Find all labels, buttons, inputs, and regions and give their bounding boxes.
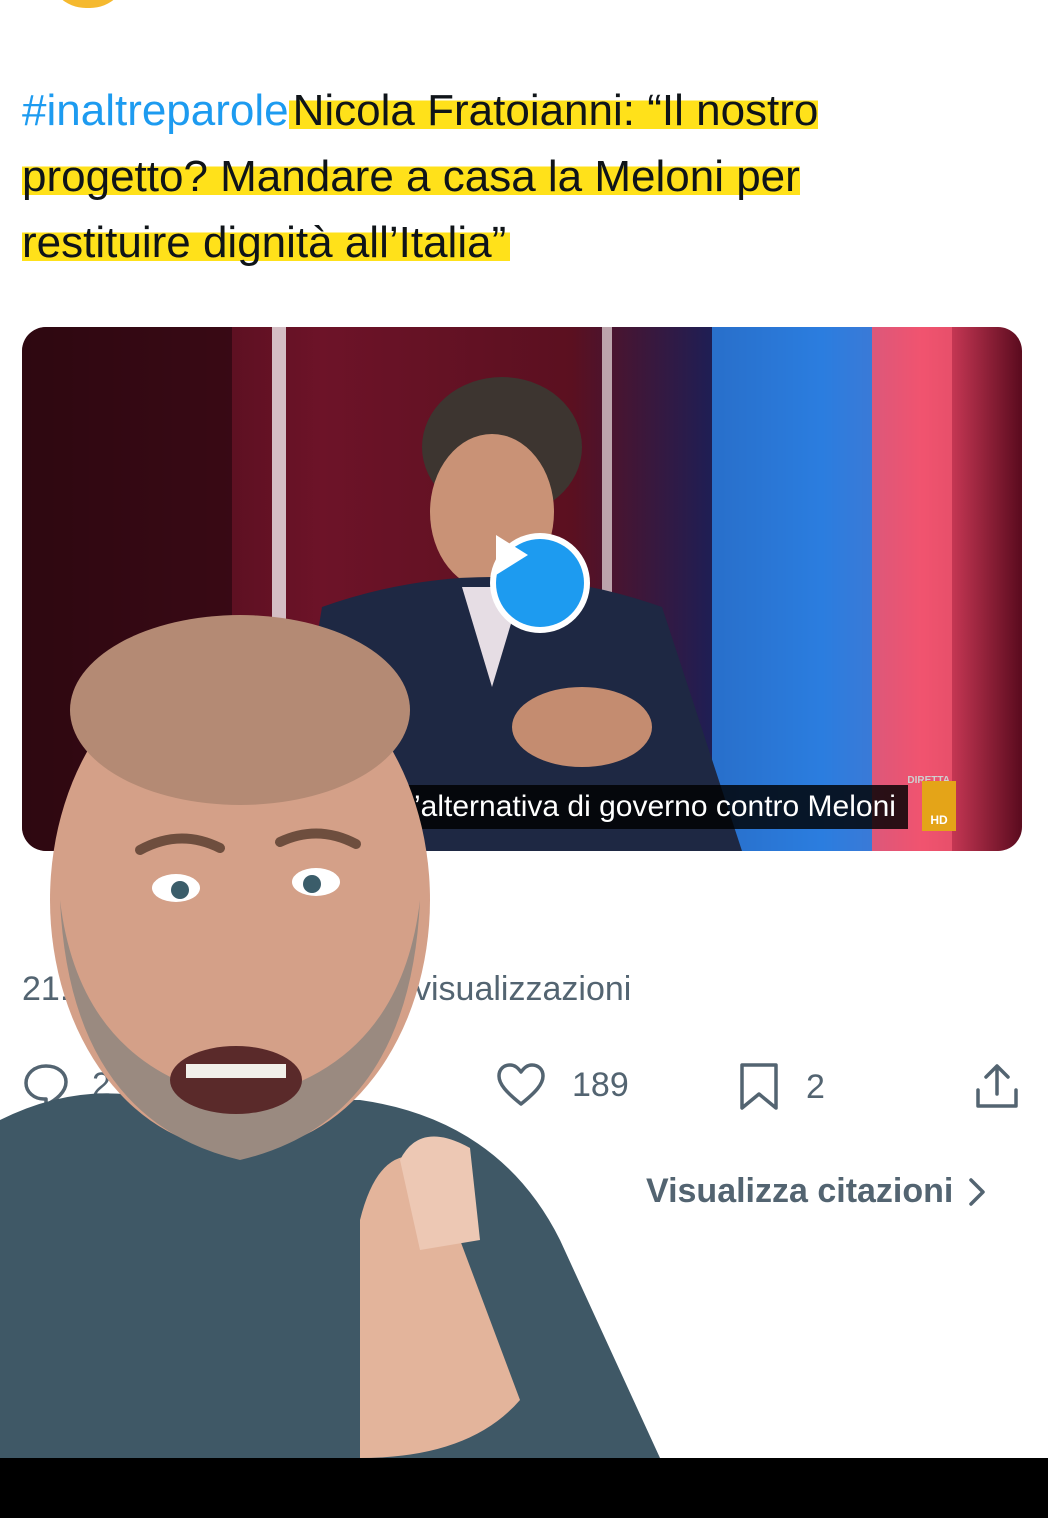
- view-quotes-link[interactable]: Visualizza citazioni: [646, 1172, 987, 1211]
- play-icon: [496, 535, 528, 575]
- bookmark-button[interactable]: 2: [738, 1062, 825, 1112]
- bookmark-count: 2: [806, 1067, 825, 1106]
- view-quotes-label: Visualizza citazioni: [646, 1172, 954, 1210]
- channel-logo: HD: [922, 781, 956, 831]
- share-icon: [976, 1064, 1018, 1108]
- avatar[interactable]: [48, 0, 128, 8]
- share-button[interactable]: [974, 1062, 1020, 1110]
- bookmark-icon: [740, 1063, 778, 1110]
- chevron-right-icon: [969, 1177, 986, 1206]
- tweet-text: #inaltreparoleNicola Fratoianni: “Il nos…: [22, 78, 922, 276]
- presenter-overlay: [0, 615, 660, 1458]
- hashtag-link[interactable]: #inaltreparole: [22, 86, 289, 135]
- bottom-bar: [0, 1458, 1048, 1518]
